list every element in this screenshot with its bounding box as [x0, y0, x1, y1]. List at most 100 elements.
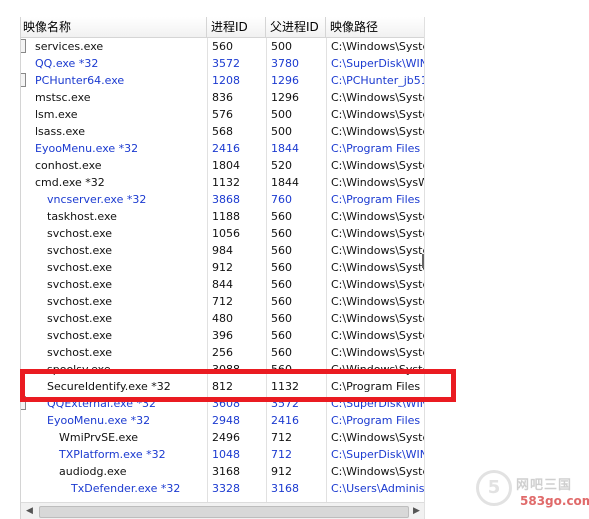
process-name: EyooMenu.exe *32: [35, 142, 139, 155]
process-name: lsm.exe: [35, 108, 78, 121]
table-row[interactable]: PCHunter64.exe 1208 1296 C:\PCHunter_jb51: [21, 72, 425, 89]
process-parent-pid: 3168: [271, 482, 299, 495]
table-row[interactable]: WmiPrvSE.exe2496712C:\Windows\System: [21, 429, 425, 446]
pane-right-border: [424, 17, 425, 519]
process-parent-pid: 560: [271, 295, 292, 308]
process-pid: 396: [212, 329, 233, 342]
process-pid: 1804: [212, 159, 240, 172]
table-row[interactable]: cmd.exe *32 1132 1844 C:\Windows\SysW: [21, 174, 425, 191]
process-path: C:\Program Files (x: [331, 193, 425, 206]
process-name: cmd.exe *32: [35, 176, 105, 189]
scroll-right-icon[interactable]: ▶: [408, 503, 425, 519]
process-pid: 1048: [212, 448, 240, 461]
table-row[interactable]: svchost.exe 1056 560 C:\Windows\Syste: [21, 225, 425, 242]
column-header-pid[interactable]: 进程ID: [207, 17, 266, 37]
process-parent-pid: 1844: [271, 142, 299, 155]
process-name: lsass.exe: [35, 125, 85, 138]
process-parent-pid: 520: [271, 159, 292, 172]
table-row[interactable]: lsass.exe 568 500 C:\Windows\Syste: [21, 123, 425, 140]
process-path: C:\Windows\Syste: [331, 278, 425, 291]
watermark-text: 网吧三国: [516, 478, 573, 493]
process-pid: 1056: [212, 227, 240, 240]
process-name: svchost.exe: [47, 227, 113, 240]
process-path: C:\Windows\Syste: [331, 159, 425, 172]
process-pid: 3328: [212, 482, 240, 495]
process-name: svchost.exe: [47, 278, 113, 291]
table-row[interactable]: svchost.exe 912 560 C:\Windows\Syste: [21, 259, 425, 276]
table-row[interactable]: lsm.exe 576 500 C:\Windows\Syste: [21, 106, 425, 123]
process-path: C:\Windows\Syste: [331, 227, 425, 240]
process-path: C:\Windows\Syste: [331, 210, 425, 223]
table-row[interactable]: EyooMenu.exe *32 2416 1844 C:\Program Files…: [21, 140, 425, 157]
highlight-box: [20, 369, 456, 402]
process-path: C:\Windows\Syste: [331, 244, 425, 257]
process-pid: 1188: [212, 210, 240, 223]
table-row[interactable]: QQ.exe *32 3572 3780 C:\SuperDisk\WIN-: [21, 55, 425, 72]
table-row[interactable]: mstsc.exe 836 1296 C:\Windows\Syste: [21, 89, 425, 106]
process-pid: 576: [212, 108, 233, 121]
process-name: svchost.exe: [47, 329, 113, 342]
column-header-image-path[interactable]: 映像路径: [326, 17, 425, 37]
table-row[interactable]: taskhost.exe 1188 560 C:\Windows\Syste: [21, 208, 425, 225]
process-parent-pid: 2416: [271, 414, 299, 427]
process-path: C:\Windows\SysW: [331, 176, 425, 189]
process-parent-pid: 560: [271, 227, 292, 240]
table-row[interactable]: TXPlatform.exe *32 1048 712 C:\SuperDisk\WI…: [21, 446, 425, 463]
table-row[interactable]: svchost.exe 256 560 C:\Windows\Syste: [21, 344, 425, 361]
scrollbar-thumb[interactable]: [39, 506, 409, 518]
table-row[interactable]: svchost.exe 480 560 C:\Windows\Syste: [21, 310, 425, 327]
table-row[interactable]: TxDefender.exe *32 3328 3168 C:\Users\Admin…: [21, 480, 425, 497]
process-path: C:\Windows\Syste: [331, 346, 425, 359]
splitter-handle[interactable]: [422, 254, 424, 268]
table-row[interactable]: svchost.exe 844 560 C:\Windows\Syste: [21, 276, 425, 293]
table-row[interactable]: svchost.exe 396 560 C:\Windows\Syste: [21, 327, 425, 344]
process-name: EyooMenu.exe *32: [47, 414, 151, 427]
process-pid: 1208: [212, 74, 240, 87]
process-parent-pid: 3780: [271, 57, 299, 70]
table-row[interactable]: svchost.exe 712 560 C:\Windows\Syste: [21, 293, 425, 310]
table-row[interactable]: audiodg.exe3168912C:\Windows\System: [21, 463, 425, 480]
table-row[interactable]: svchost.exe 984 560 C:\Windows\Syste: [21, 242, 425, 259]
process-parent-pid: 560: [271, 278, 292, 291]
process-parent-pid: 500: [271, 40, 292, 53]
process-parent-pid: 560: [271, 329, 292, 342]
process-parent-pid: 500: [271, 125, 292, 138]
process-path: C:\Windows\Syste: [331, 261, 425, 274]
process-pid: 568: [212, 125, 233, 138]
process-name: conhost.exe: [35, 159, 102, 172]
watermark-url: 583go.com: [520, 494, 589, 508]
table-row[interactable]: services.exe 560 500 C:\Windows\Syste: [21, 38, 425, 55]
process-name: svchost.exe: [47, 346, 113, 359]
table-row[interactable]: vncserver.exe *32 3868 760 C:\Program Files…: [21, 191, 425, 208]
process-path: C:\Windows\System: [331, 465, 425, 478]
process-path: C:\Windows\Syste: [331, 329, 425, 342]
process-path: C:\Windows\Syste: [331, 40, 425, 53]
column-header-image-name[interactable]: 映像名称: [21, 17, 207, 37]
process-name: svchost.exe: [47, 312, 113, 325]
process-name: taskhost.exe: [47, 210, 117, 223]
process-path: C:\SuperDisk\WIN-: [331, 57, 425, 70]
table-row[interactable]: conhost.exe 1804 520 C:\Windows\Syste: [21, 157, 425, 174]
process-parent-pid: 500: [271, 108, 292, 121]
watermark-logo-icon: 5: [476, 470, 512, 506]
process-path: C:\Windows\Syste: [331, 125, 425, 138]
process-path: C:\Windows\Syste: [331, 108, 425, 121]
process-pid: 912: [212, 261, 233, 274]
process-parent-pid: 1844: [271, 176, 299, 189]
table-row[interactable]: EyooMenu.exe *32 2948 2416 C:\Program Files…: [21, 412, 425, 429]
process-pid: 984: [212, 244, 233, 257]
process-name: vncserver.exe *32: [47, 193, 147, 206]
process-name: svchost.exe: [47, 295, 113, 308]
horizontal-scrollbar[interactable]: ◀ ▶: [21, 502, 425, 519]
process-name: svchost.exe: [47, 261, 113, 274]
process-pid: 1132: [212, 176, 240, 189]
process-parent-pid: 560: [271, 312, 292, 325]
watermark: 5 网吧三国 583go.com: [476, 468, 589, 514]
scroll-left-icon[interactable]: ◀: [21, 503, 38, 519]
process-pid: 2416: [212, 142, 240, 155]
process-parent-pid: 760: [271, 193, 292, 206]
process-name: QQ.exe *32: [35, 57, 99, 70]
process-parent-pid: 712: [271, 431, 292, 444]
column-header-parent-pid[interactable]: 父进程ID: [266, 17, 326, 37]
process-parent-pid: 1296: [271, 74, 299, 87]
